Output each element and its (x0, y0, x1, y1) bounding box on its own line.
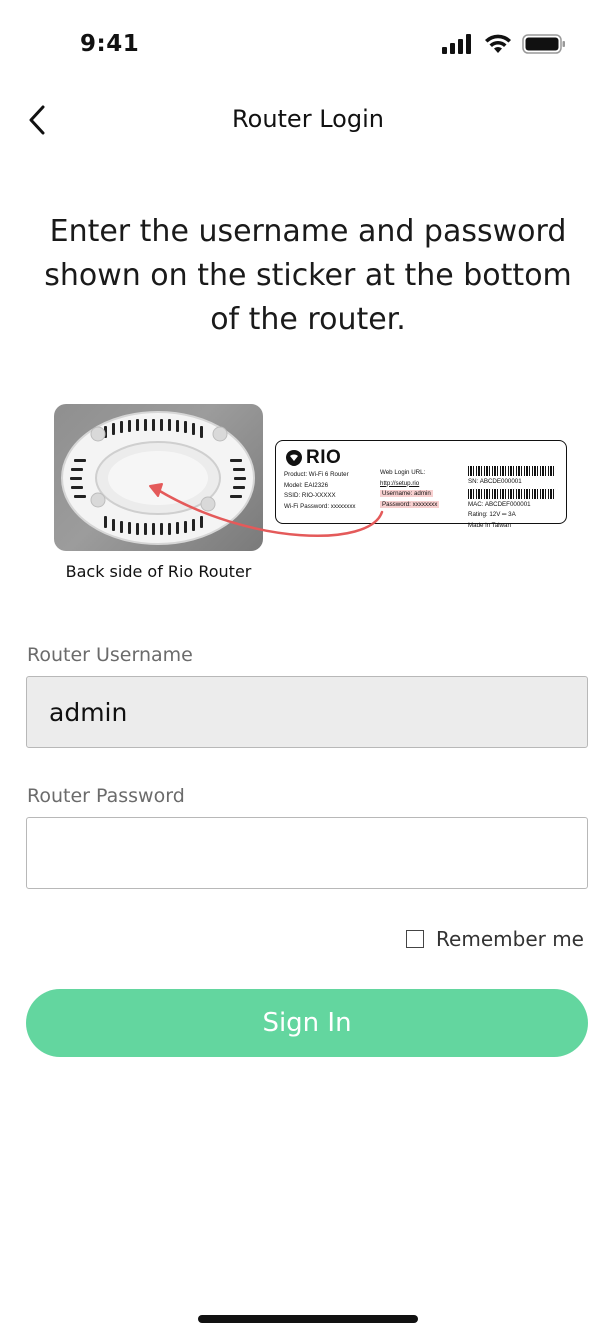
sticker-product: Product: Wi-Fi 6 Router (284, 471, 349, 478)
router-photo (54, 404, 263, 551)
router-photo-caption: Back side of Rio Router (65, 562, 252, 581)
sticker-brand: RIO (285, 447, 341, 469)
sticker-col-serial: SN: ABCDE000001 MAC: ABCDEF000001 Rating… (468, 465, 556, 531)
remember-me-toggle[interactable]: Remember me (406, 927, 584, 951)
sticker-rating: Rating: 12V ═ 3A (468, 511, 516, 518)
home-indicator (198, 1315, 418, 1323)
remember-me-label: Remember me (436, 927, 584, 951)
sign-in-button[interactable]: Sign In (26, 989, 588, 1057)
sticker-col-device: Product: Wi-Fi 6 Router Model: EAI2326 S… (284, 470, 356, 512)
sticker-password: Password: xxxxxxxx (380, 500, 440, 508)
signal-icon (442, 34, 471, 54)
page-title: Router Login (232, 105, 384, 133)
remember-me-checkbox[interactable] (406, 930, 425, 948)
sn-barcode (468, 466, 556, 476)
sticker-mac: MAC: ABCDEF000001 (468, 500, 531, 508)
sticker-brand-text: RIO (306, 447, 342, 468)
password-field[interactable] (26, 817, 588, 889)
wifi-icon (485, 34, 511, 53)
nav-bar: Router Login (0, 95, 616, 147)
status-icons (442, 34, 566, 54)
router-login-screen: 9:41 Router Login Enter the username and… (0, 0, 616, 1336)
sticker-web-login-label: Web Login URL: (380, 469, 426, 476)
router-sticker: RIO Product: Wi-Fi 6 Router Model: EAI23… (275, 440, 567, 529)
sticker-made-in: Made in Taiwan (468, 521, 511, 529)
username-field[interactable] (26, 676, 588, 748)
username-label: Router Username (27, 644, 193, 666)
sticker-ssid: SSID: RIO-XXXXX (284, 492, 336, 499)
sticker-col-login: Web Login URL: http://setup.rio Username… (380, 468, 440, 510)
rio-logo-icon (286, 450, 302, 466)
status-bar: 9:41 (0, 0, 616, 95)
instruction-text: Enter the username and password shown on… (44, 214, 572, 337)
sticker-web-login-url: http://setup.rio (380, 479, 420, 487)
mac-barcode (468, 488, 556, 499)
sticker-wifi-password: Wi-Fi Password: xxxxxxxx (284, 502, 356, 510)
password-label: Router Password (27, 785, 185, 807)
status-time: 9:41 (80, 31, 140, 57)
battery-icon (522, 34, 565, 54)
sticker-model: Model: EAI2326 (284, 481, 329, 489)
sticker-sn: SN: ABCDE000001 (468, 478, 522, 485)
sticker-username: Username: admin (380, 490, 433, 497)
